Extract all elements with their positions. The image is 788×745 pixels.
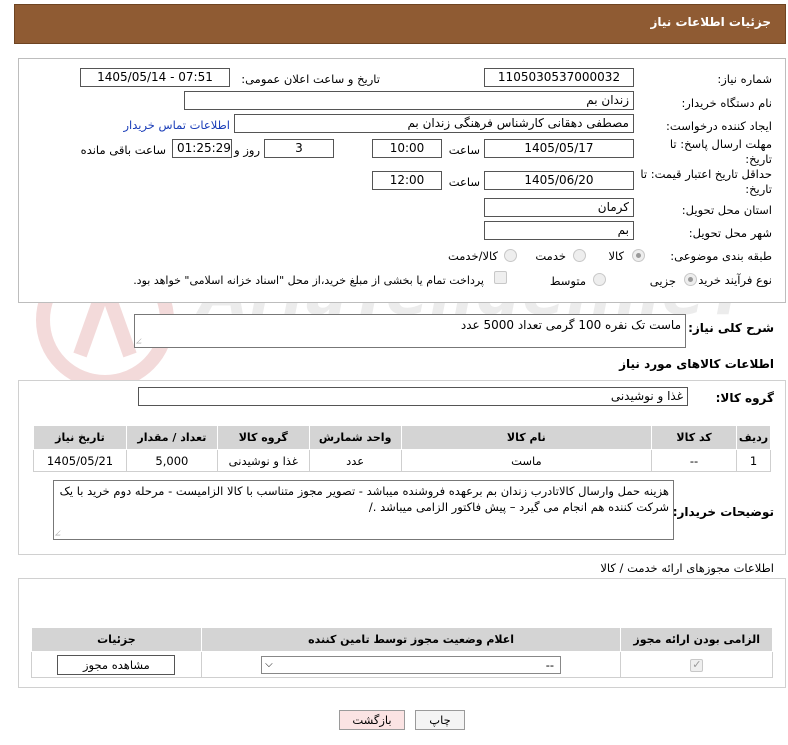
announce-label: تاریخ و ساعت اعلان عمومی: bbox=[241, 72, 380, 86]
creator-field: مصطفی دهقانی کارشناس فرهنگی زندان بم bbox=[234, 114, 634, 133]
page-header: جزئیات اطلاعات نیاز bbox=[14, 4, 786, 44]
purchase-radio-minor[interactable] bbox=[684, 273, 697, 286]
buyer-org-field: زندان بم bbox=[184, 91, 634, 110]
licenses-table: جزئیات اعلام وضعیت مجوز توسط تامین کننده… bbox=[31, 627, 773, 678]
cell-unit: عدد bbox=[308, 449, 402, 472]
goods-group-label: گروه کالا: bbox=[715, 391, 774, 405]
licenses-table-header: جزئیات اعلام وضعیت مجوز توسط تامین کننده… bbox=[31, 627, 773, 652]
remaining-time-label: ساعت باقی مانده bbox=[80, 143, 166, 157]
reply-time-label: ساعت bbox=[448, 143, 480, 157]
cell-qty: 5,000 bbox=[125, 449, 218, 472]
col-unit: واحد شمارش bbox=[308, 425, 402, 450]
col-group: گروه کالا bbox=[216, 425, 310, 450]
resize-grip-icon[interactable] bbox=[136, 338, 146, 344]
purchase-radio-medium[interactable] bbox=[593, 273, 606, 286]
category-radio-goods-service[interactable] bbox=[504, 249, 517, 262]
need-number-label: شماره نیاز: bbox=[717, 72, 772, 86]
treasury-note: پرداخت تمام یا بخشی از مبلغ خرید،از محل … bbox=[133, 274, 484, 287]
need-number-field: 1105030537000032 bbox=[484, 68, 634, 87]
province-field: کرمان bbox=[484, 198, 634, 217]
buyer-notes-label: توضیحات خریدار: bbox=[672, 505, 774, 519]
back-button[interactable]: بازگشت bbox=[339, 710, 405, 730]
category-option-goods-service: کالا/خدمت bbox=[447, 249, 498, 263]
license-status-value: -- bbox=[545, 657, 555, 672]
cell-name: ماست bbox=[400, 449, 653, 472]
buyer-notes-textarea[interactable]: هزینه حمل وارسال کالاتادرب زندان بم برعه… bbox=[53, 480, 674, 540]
category-radio-service[interactable] bbox=[573, 249, 586, 262]
cell-required: ✓ bbox=[620, 651, 773, 678]
buyer-notes-text: هزینه حمل وارسال کالاتادرب زندان بم برعه… bbox=[59, 484, 669, 514]
goods-section-title: اطلاعات کالاهای مورد نیاز bbox=[619, 357, 774, 371]
col-qty: تعداد / مقدار bbox=[125, 425, 218, 450]
purchase-type-label: نوع فرآیند خرید : bbox=[690, 273, 772, 287]
buyer-org-label: نام دستگاه خریدار: bbox=[681, 96, 772, 110]
category-option-service: خدمت bbox=[535, 249, 566, 263]
goods-table: تاریخ نیاز تعداد / مقدار گروه کالا واحد … bbox=[33, 425, 772, 472]
city-label: شهر محل تحویل: bbox=[688, 226, 772, 240]
cell-status: -- ⌵ bbox=[200, 651, 622, 678]
print-button[interactable]: چاپ bbox=[415, 710, 465, 730]
description-textarea[interactable]: ماست تک نفره 100 گرمی تعداد 5000 عدد bbox=[134, 314, 686, 348]
reply-days-label: روز و bbox=[234, 143, 260, 157]
license-required-checkbox: ✓ bbox=[690, 657, 704, 672]
cell-row: 1 bbox=[735, 449, 772, 472]
cell-group: غذا و نوشیدنی bbox=[216, 449, 310, 472]
col-status: اعلام وضعیت مجوز توسط تامین کننده bbox=[200, 627, 622, 652]
purchase-option-medium: متوسط bbox=[549, 274, 586, 288]
goods-group-field: غذا و نوشیدنی bbox=[138, 387, 688, 406]
goods-table-header: تاریخ نیاز تعداد / مقدار گروه کالا واحد … bbox=[33, 425, 772, 450]
cell-details: مشاهده مجوز bbox=[31, 651, 202, 678]
col-date: تاریخ نیاز bbox=[33, 425, 127, 450]
cell-date: 1405/05/21 bbox=[33, 449, 127, 472]
price-deadline-label: حداقل تاریخ اعتبار قیمت: تا تاریخ: bbox=[640, 167, 772, 196]
announce-field: 1405/05/14 - 07:51 bbox=[80, 68, 230, 87]
col-code: کد کالا bbox=[651, 425, 737, 450]
check-icon: ✓ bbox=[692, 657, 702, 671]
buyer-contact-link[interactable]: اطلاعات تماس خریدار bbox=[123, 118, 230, 132]
col-name: نام کالا bbox=[400, 425, 653, 450]
creator-label: ایجاد کننده درخواست: bbox=[666, 119, 772, 133]
city-field: بم bbox=[484, 221, 634, 240]
price-time-field: 12:00 bbox=[372, 171, 442, 190]
treasury-checkbox[interactable] bbox=[494, 271, 507, 284]
remaining-time-field: 01:25:29 bbox=[172, 139, 232, 158]
category-radio-goods[interactable] bbox=[632, 249, 645, 262]
chevron-down-icon: ⌵ bbox=[265, 658, 273, 670]
reply-deadline-label: مهلت ارسال پاسخ: تا تاریخ: bbox=[669, 137, 772, 166]
col-row: ردیف bbox=[735, 425, 772, 450]
table-row: مشاهده مجوز -- ⌵ ✓ bbox=[31, 651, 773, 678]
category-label: طبقه بندی موضوعی: bbox=[670, 249, 772, 263]
resize-grip-icon[interactable] bbox=[55, 530, 65, 536]
category-option-goods: کالا bbox=[608, 249, 624, 263]
page-title: جزئیات اطلاعات نیاز bbox=[650, 15, 771, 29]
purchase-option-minor: جزیی bbox=[649, 274, 676, 288]
table-row: 1405/05/21 5,000 غذا و نوشیدنی عدد ماست … bbox=[33, 449, 772, 472]
cell-code: -- bbox=[651, 449, 737, 472]
licenses-section-title: اطلاعات مجوزهای ارائه خدمت / کالا bbox=[600, 561, 774, 575]
reply-days-field: 3 bbox=[264, 139, 334, 158]
col-required: الزامی بودن ارائه مجوز bbox=[620, 627, 773, 652]
description-text: ماست تک نفره 100 گرمی تعداد 5000 عدد bbox=[460, 318, 681, 332]
province-label: استان محل تحویل: bbox=[681, 203, 772, 217]
reply-date-field: 1405/05/17 bbox=[484, 139, 634, 158]
view-license-button[interactable]: مشاهده مجوز bbox=[57, 654, 176, 675]
price-time-label: ساعت bbox=[448, 175, 480, 189]
license-status-select[interactable]: -- ⌵ bbox=[261, 655, 562, 674]
col-details: جزئیات bbox=[31, 627, 202, 652]
reply-time-field: 10:00 bbox=[372, 139, 442, 158]
price-date-field: 1405/06/20 bbox=[484, 171, 634, 190]
description-label: شرح کلی نیاز: bbox=[688, 321, 774, 335]
